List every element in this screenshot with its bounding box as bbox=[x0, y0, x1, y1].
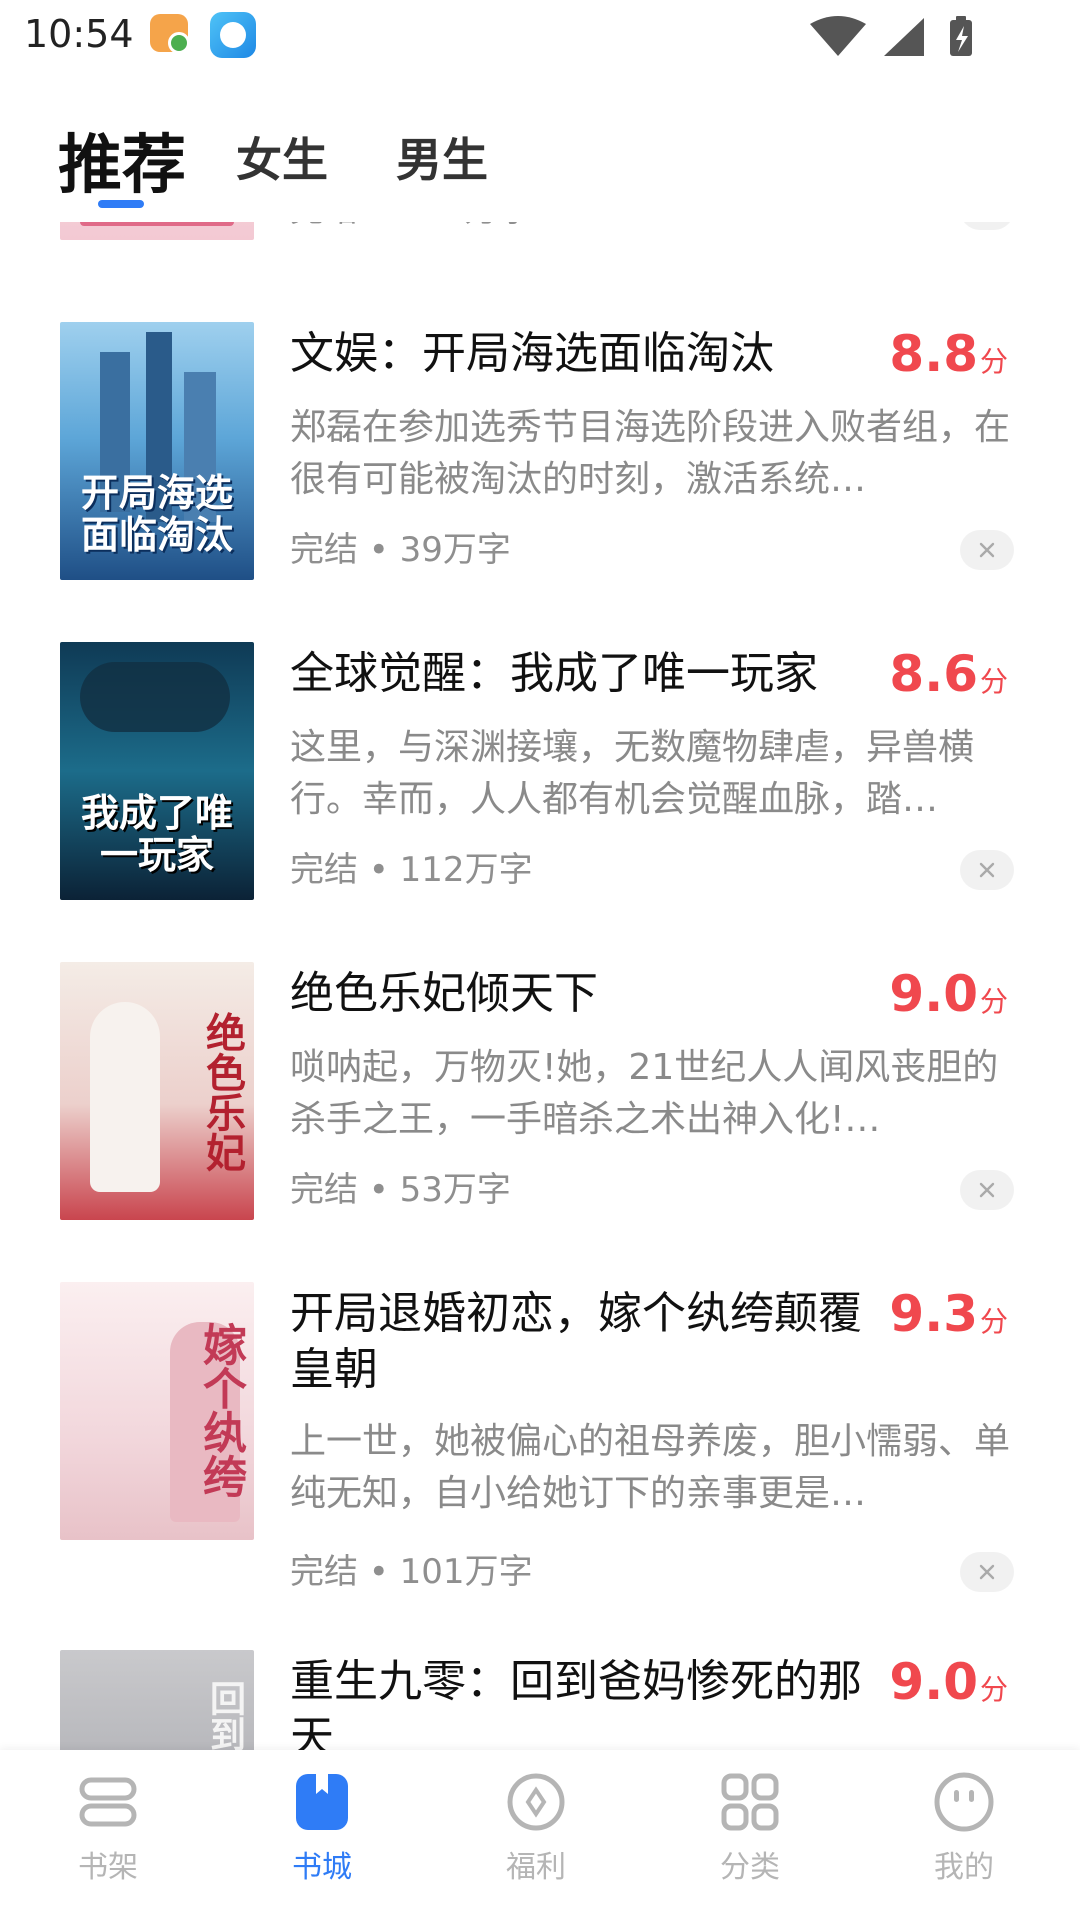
nav-bookshelf[interactable]: 书架 bbox=[38, 1770, 178, 1890]
dismiss-button[interactable] bbox=[960, 1170, 1014, 1210]
cover-title: 我成了唯一玩家 bbox=[80, 790, 233, 877]
book-description: 郑磊在参加选秀节目海选阶段进入败者组，在很有可能被淘汰的时刻，激活系统… bbox=[290, 407, 1011, 500]
status-time: 10:54 bbox=[24, 12, 134, 56]
book-score: 9.3分 bbox=[889, 1286, 1008, 1350]
book-title[interactable]: 重生九零：回到爸妈惨死的那天 bbox=[290, 1654, 890, 1750]
score-unit: 分 bbox=[979, 345, 1008, 378]
book-meta: 完结 • 101万字 bbox=[290, 1552, 533, 1592]
score-value: 9.3 bbox=[889, 1285, 978, 1343]
cover-title: 开局海选面临淘汰 bbox=[80, 470, 233, 557]
notification-app-icon bbox=[150, 14, 190, 54]
nav-label: 福利 bbox=[506, 1850, 566, 1885]
nav-label: 我的 bbox=[934, 1850, 994, 1885]
tab-male[interactable]: 男生 bbox=[396, 124, 488, 190]
score-unit: 分 bbox=[979, 1673, 1008, 1706]
tab-recommend[interactable]: 推荐 bbox=[58, 114, 186, 206]
nav-profile[interactable]: 我的 bbox=[894, 1770, 1034, 1890]
close-icon bbox=[979, 1182, 995, 1198]
cover-title: 回到爸妈惨死 bbox=[100, 1680, 246, 1750]
score-value: 9.0 bbox=[889, 1653, 978, 1711]
book-cover[interactable] bbox=[60, 222, 254, 240]
category-icon bbox=[721, 1773, 779, 1831]
score-unit: 分 bbox=[979, 1305, 1008, 1338]
score-unit: 分 bbox=[979, 665, 1008, 698]
dismiss-button[interactable] bbox=[960, 222, 1014, 230]
cover-title: 绝色乐妃 bbox=[199, 1012, 246, 1172]
close-icon bbox=[979, 862, 995, 878]
book-title[interactable]: 全球觉醒：我成了唯一玩家 bbox=[290, 646, 890, 702]
notification-app-icon-2 bbox=[210, 12, 256, 58]
book-title[interactable]: 绝色乐妃倾天下 bbox=[290, 966, 890, 1022]
book-meta: 完结 • 112万字 bbox=[290, 850, 533, 890]
book-list[interactable]: 完结 • 259万字 开局海选面临淘汰 文娱：开局海选面临淘汰 8.8分 郑磊在… bbox=[0, 222, 1080, 1750]
close-icon bbox=[979, 1564, 995, 1580]
book-cover[interactable]: 绝色乐妃 bbox=[60, 962, 254, 1220]
book-meta: 完结 • 259万字 bbox=[290, 222, 533, 232]
battery-icon bbox=[950, 16, 972, 56]
book-score: 8.6分 bbox=[889, 646, 1008, 710]
book-cover[interactable]: 嫁个纨绔 bbox=[60, 1282, 254, 1540]
tab-female[interactable]: 女生 bbox=[236, 124, 328, 190]
book-cover[interactable]: 我成了唯一玩家 bbox=[60, 642, 254, 900]
book-score: 8.8分 bbox=[889, 326, 1008, 390]
book-score: 9.0分 bbox=[889, 966, 1008, 1030]
top-tabs: 推荐 女生 男生 bbox=[58, 110, 958, 210]
book-description: 唢呐起，万物灭!她，21世纪人人闻风丧胆的杀手之王，一手暗杀之术出神入化!… bbox=[290, 1047, 999, 1140]
nav-label: 书架 bbox=[78, 1850, 138, 1885]
book-meta: 完结 • 39万字 bbox=[290, 530, 511, 570]
nav-category[interactable]: 分类 bbox=[680, 1770, 820, 1890]
bookstore-icon bbox=[296, 1774, 348, 1830]
book-cover[interactable]: 开局海选面临淘汰 bbox=[60, 322, 254, 580]
cover-title: 嫁个纨绔 bbox=[195, 1322, 246, 1498]
signal-icon bbox=[884, 18, 924, 56]
dismiss-button[interactable] bbox=[960, 1552, 1014, 1592]
book-description: 上一世，她被偏心的祖母养废，胆小懦弱、单纯无知，自小给她订下的亲事更是… bbox=[290, 1421, 1011, 1514]
welfare-icon bbox=[507, 1773, 565, 1831]
score-value: 8.8 bbox=[889, 325, 978, 383]
score-unit: 分 bbox=[979, 985, 1008, 1018]
book-score: 9.0分 bbox=[889, 1654, 1008, 1718]
wifi-icon bbox=[810, 16, 866, 56]
bottom-navigation: 书架 书城 福利 分类 我的 bbox=[0, 1750, 1080, 1920]
status-bar: 10:54 bbox=[0, 0, 1080, 76]
bookshelf-icon bbox=[79, 1777, 137, 1827]
book-description: 这里，与深渊接壤，无数魔物肆虐，异兽横行。幸而，人人都有机会觉醒血脉，踏… bbox=[290, 727, 975, 820]
close-icon bbox=[979, 542, 995, 558]
system-status-icons bbox=[810, 16, 972, 56]
book-cover[interactable]: 回到爸妈惨死 bbox=[60, 1650, 254, 1750]
nav-label: 分类 bbox=[720, 1850, 780, 1885]
dismiss-button[interactable] bbox=[960, 530, 1014, 570]
dismiss-button[interactable] bbox=[960, 850, 1014, 890]
score-value: 8.6 bbox=[889, 645, 978, 703]
profile-icon bbox=[934, 1772, 994, 1832]
nav-welfare[interactable]: 福利 bbox=[466, 1770, 606, 1890]
book-title[interactable]: 文娱：开局海选面临淘汰 bbox=[290, 326, 890, 382]
nav-label: 书城 bbox=[292, 1850, 352, 1885]
active-tab-indicator bbox=[98, 200, 144, 208]
book-title[interactable]: 开局退婚初恋，嫁个纨绔颠覆皇朝 bbox=[290, 1286, 890, 1398]
score-value: 9.0 bbox=[889, 965, 978, 1023]
nav-bookstore[interactable]: 书城 bbox=[252, 1770, 392, 1890]
book-meta: 完结 • 53万字 bbox=[290, 1170, 511, 1210]
